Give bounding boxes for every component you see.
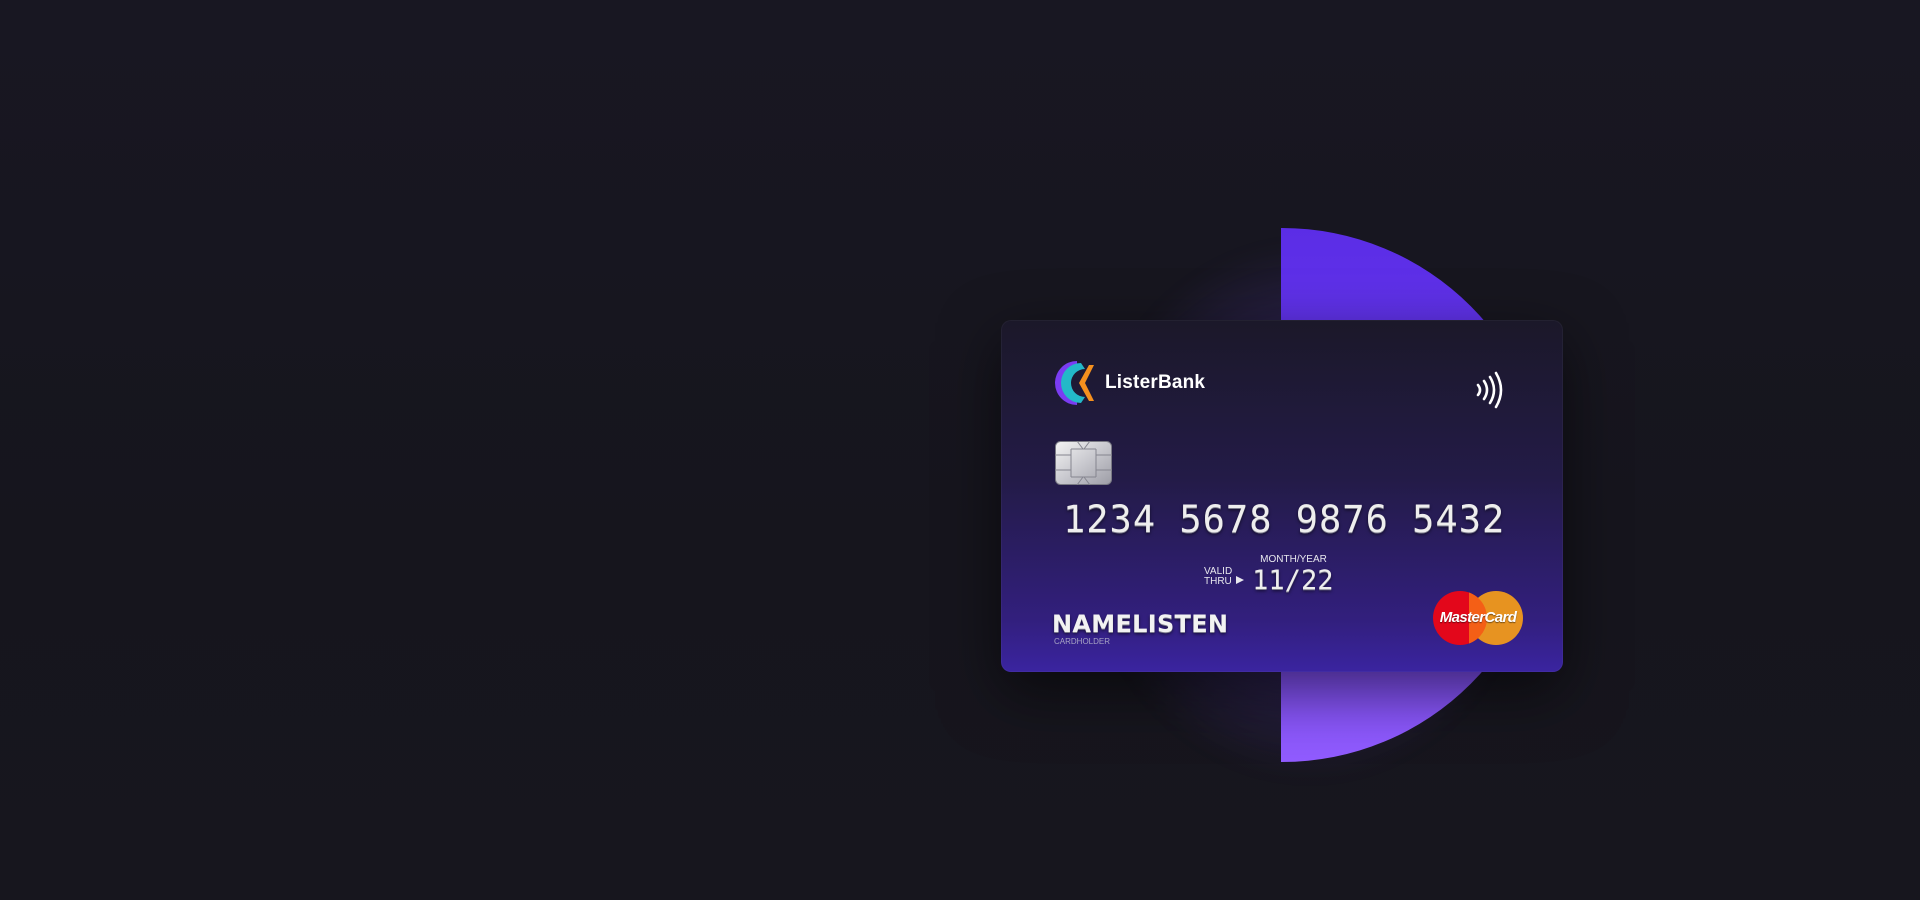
expiry-block: VALID THRU MONTH/YEAR 11/22 (1204, 554, 1333, 595)
credit-card: ListerBank 1234 5678 9876 5432 VALID THR… (1001, 320, 1563, 672)
month-year-label: MONTH/YEAR (1260, 554, 1327, 565)
chip-icon (1055, 440, 1112, 490)
thru-label: THRU (1204, 576, 1232, 587)
network-name: MasterCard (1439, 609, 1517, 626)
valid-thru-label: VALID THRU (1204, 567, 1232, 587)
contactless-icon (1475, 371, 1507, 414)
card-number: 1234 5678 9876 5432 (1063, 498, 1506, 541)
mastercard-logo-icon: MasterCard (1433, 591, 1523, 647)
listerbank-logo-icon (1055, 361, 1095, 405)
bank-logo: ListerBank (1055, 361, 1205, 405)
bank-name: ListerBank (1105, 372, 1206, 393)
expiry-date: 11/22 (1252, 565, 1334, 596)
arrow-right-icon (1236, 576, 1245, 584)
expiry-column: MONTH/YEAR 11/22 (1252, 554, 1333, 595)
cardholder-label: CARDHOLDER (1054, 637, 1111, 646)
cardholder-name: NAMELISTEN (1052, 610, 1229, 638)
hero-section: ListerBank 1234 5678 9876 5432 VALID THR… (0, 0, 1920, 900)
cardholder-block: NAMELISTEN CARDHOLDER (1052, 610, 1228, 646)
